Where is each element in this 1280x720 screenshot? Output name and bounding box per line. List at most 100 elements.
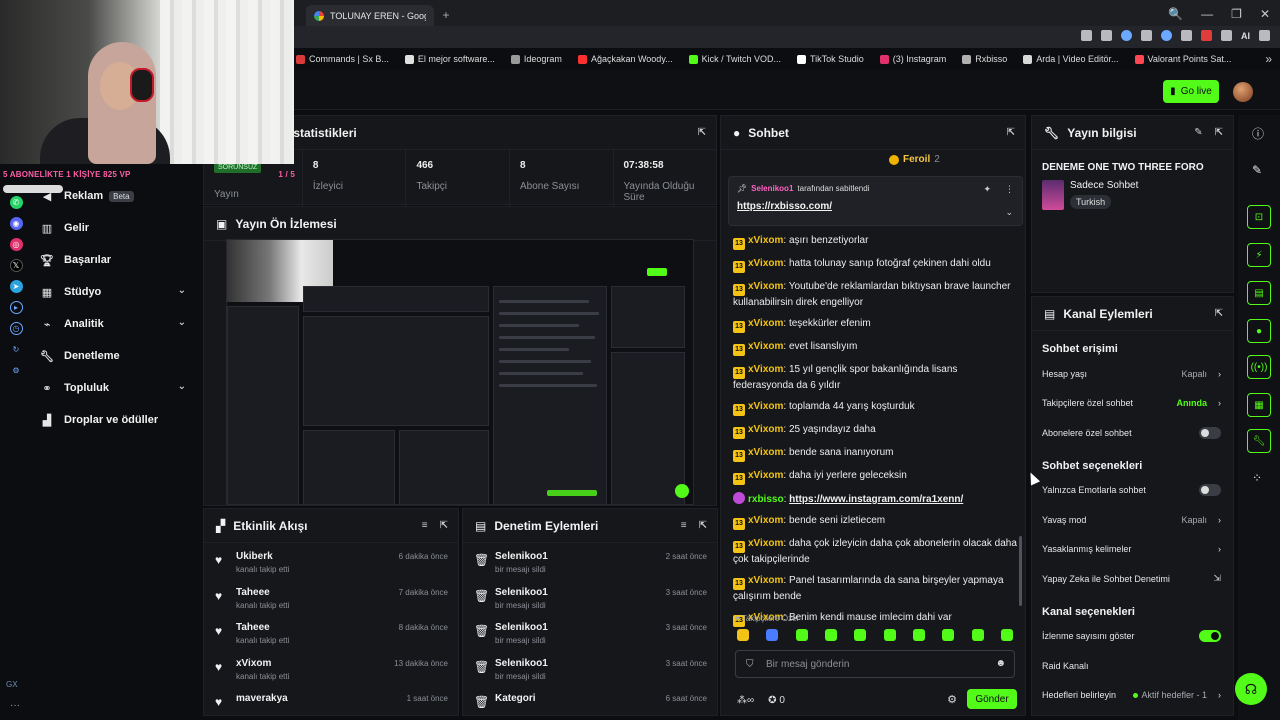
more-dots-icon[interactable]: ··· <box>10 700 20 711</box>
sidebar-item-topluluk[interactable]: ⚭ Topluluk ⌄ <box>40 372 190 404</box>
chat-username[interactable]: xVixom <box>748 447 783 458</box>
emote-icon[interactable] <box>1000 629 1013 641</box>
player-icon[interactable]: ▸ <box>9 301 23 314</box>
refresh-icon[interactable]: ↻ <box>10 343 23 356</box>
filter-icon[interactable]: ≡ <box>422 520 428 531</box>
settings-gear-icon[interactable]: ⚙ <box>10 364 23 377</box>
bookmark-icon[interactable] <box>1081 30 1092 41</box>
list-item[interactable]: ♥ Taheee kanalı takip etti 8 dakika önce <box>204 614 458 650</box>
chat-input[interactable]: ⛉ Bir mesaj gönderin ☻ <box>735 650 1015 678</box>
setting-row[interactable]: Yalnızca Emotlarla sohbet <box>1032 476 1233 506</box>
list-item[interactable]: 🗑︎ Selenikoo1 bir mesajı sildi 3 saat önce <box>463 614 717 650</box>
list-item[interactable]: 🗑︎ Selenikoo1 bir mesajı sildi 2 saat önce <box>463 543 717 579</box>
bookmark-item[interactable]: Valorant Points Sat... <box>1134 54 1231 64</box>
setting-row[interactable]: Takipçilere özel sohbet Anında › <box>1032 389 1233 419</box>
chat-username[interactable]: xVixom <box>748 235 783 246</box>
list-item[interactable]: 🗑︎ Selenikoo1 bir mesajı sildi 3 saat önce <box>463 579 717 615</box>
extension-r-icon[interactable] <box>1201 30 1212 41</box>
minimize-button[interactable]: — <box>1201 7 1213 21</box>
bookmark-item[interactable]: Ağaçkakan Woody... <box>577 54 673 64</box>
setting-row[interactable]: Yasaklanmış kelimeler › <box>1032 535 1233 565</box>
shield-icon[interactable] <box>1121 30 1132 41</box>
bookmark-item[interactable]: Rxbisso <box>962 54 1007 64</box>
chat-widget-icon[interactable]: ● <box>1247 319 1271 343</box>
bookmark-item[interactable]: TikTok Studio <box>797 54 864 64</box>
sidebar-item-droplar[interactable]: ▟ Droplar ve ödüller <box>40 404 190 436</box>
list-item[interactable]: ♥ Taheee kanalı takip etti 7 dakika önce <box>204 579 458 615</box>
go-live-button[interactable]: ▮ Go live <box>1163 80 1219 103</box>
ai-button[interactable]: AI <box>1241 31 1250 41</box>
list-item[interactable]: ♥ xVixom kanalı takip etti 13 dakika önce <box>204 650 458 686</box>
bookmark-item[interactable]: Commands | Sx B... <box>296 54 389 64</box>
discord-icon[interactable]: ◉ <box>9 217 23 230</box>
list-item[interactable]: ♥ Ukiberk kanalı takip etti 6 dakika önce <box>204 543 458 579</box>
play-icon[interactable] <box>1141 30 1152 41</box>
pinned-link[interactable]: https://rxbisso.com/ <box>737 201 1014 212</box>
bookmark-item[interactable]: Kick / Twitch VOD... <box>688 54 781 64</box>
emote-icon[interactable] <box>912 629 925 641</box>
edit-icon[interactable]: ✎ <box>1194 127 1202 138</box>
infinity-icon[interactable]: ⁂∞ <box>737 695 754 706</box>
sidebar-item-gelir[interactable]: ▥ Gelir <box>40 212 190 244</box>
copy-icon[interactable] <box>1221 30 1232 41</box>
emote-icon[interactable] <box>971 629 984 641</box>
wrench-widget-icon[interactable]: 🔧︎ <box>1247 429 1271 453</box>
whatsapp-icon[interactable]: ✆ <box>9 196 23 209</box>
chat-username[interactable]: xVixom <box>748 424 783 435</box>
screenshot-icon[interactable] <box>1101 30 1112 41</box>
points-display[interactable]: ✪ 0 <box>768 695 785 706</box>
layout-icon[interactable]: ▦ <box>1247 393 1271 417</box>
popout-icon[interactable]: ⇱ <box>440 520 448 531</box>
chat-username[interactable]: xVixom <box>748 258 783 269</box>
popout-icon[interactable]: ⇱ <box>1007 127 1015 138</box>
sidebar-item-basarilar[interactable]: 🏆︎ Başarılar <box>40 244 190 276</box>
popout-icon[interactable]: ⇱ <box>1215 127 1223 138</box>
sidebar-item-reklam[interactable]: ◀ Reklam Beta <box>40 180 190 212</box>
chat-username[interactable]: xVixom <box>748 281 783 292</box>
chat-username[interactable]: xVixom <box>748 470 783 481</box>
close-button[interactable]: ✕ <box>1260 7 1270 21</box>
search-tabs-icon[interactable]: 🔍 <box>1168 7 1183 21</box>
bookmark-item[interactable]: Ideogram <box>510 54 562 64</box>
pencil-icon[interactable]: ✎ <box>1252 163 1262 177</box>
new-tab-button[interactable]: + <box>440 9 452 21</box>
chevron-down-icon[interactable]: ⌄ <box>1005 207 1013 218</box>
chat-settings-icon[interactable]: ⚙ <box>947 693 957 706</box>
top-gifter[interactable]: Feroil 2 <box>889 154 940 165</box>
instagram-icon[interactable]: ◎ <box>9 238 23 251</box>
list-item[interactable]: ♥ maverakya 1 saat önce <box>204 685 458 720</box>
lightning-icon[interactable]: ⚡︎ <box>1247 243 1271 267</box>
emote-icon[interactable] <box>737 629 749 641</box>
emoji-icon[interactable]: ☻ <box>995 658 1006 669</box>
popout-icon[interactable]: ⇱ <box>698 127 706 138</box>
chat-username[interactable]: xVixom <box>748 575 783 586</box>
popout-icon[interactable]: ⇱ <box>1215 308 1223 319</box>
help-chat-button[interactable]: ☊ <box>1235 673 1267 705</box>
stats-widget-icon[interactable]: ⊡ <box>1247 205 1271 229</box>
toggle-switch[interactable] <box>1199 426 1221 439</box>
setting-row[interactable]: Yapay Zeka ile Sohbet Denetimi ⇲ <box>1032 564 1233 594</box>
toggle-switch[interactable] <box>1199 484 1221 497</box>
setting-row[interactable]: Raid Kanalı <box>1032 651 1233 681</box>
info-icon[interactable]: ⓘ <box>1252 125 1264 142</box>
chat-username[interactable]: xVixom <box>748 341 783 352</box>
sidebar-item-denetleme[interactable]: 🔧︎ Denetleme <box>40 340 190 372</box>
emote-icon[interactable] <box>942 629 955 641</box>
list-item[interactable]: 🗑︎ Selenikoo1 bir mesajı sildi 3 saat önce <box>463 650 717 686</box>
toggle-switch[interactable] <box>1199 630 1221 643</box>
broadcast-icon[interactable]: ((•)) <box>1247 355 1271 379</box>
bookmark-item[interactable]: (3) Instagram <box>879 54 946 64</box>
chat-username[interactable]: xVixom <box>748 364 783 375</box>
popout-icon[interactable]: ⇱ <box>699 520 707 531</box>
setting-row[interactable]: Hedefleri belirleyin Aktif hedefler - 1 › <box>1032 681 1233 711</box>
x-icon[interactable]: 𝕏 <box>9 259 23 272</box>
stream-preview-video[interactable] <box>226 239 694 505</box>
setting-row[interactable]: Abonelere özel sohbet <box>1032 418 1233 448</box>
emote-icon[interactable] <box>883 629 896 641</box>
emote-icon[interactable] <box>824 629 837 641</box>
history-icon[interactable]: ◷ <box>9 322 23 335</box>
maximize-button[interactable]: ❐ <box>1231 7 1242 21</box>
chat-username[interactable]: xVixom <box>748 318 783 329</box>
bookmark-item[interactable]: Arda | Video Editör... <box>1023 54 1119 64</box>
chat-username[interactable]: xVixom <box>748 401 783 412</box>
